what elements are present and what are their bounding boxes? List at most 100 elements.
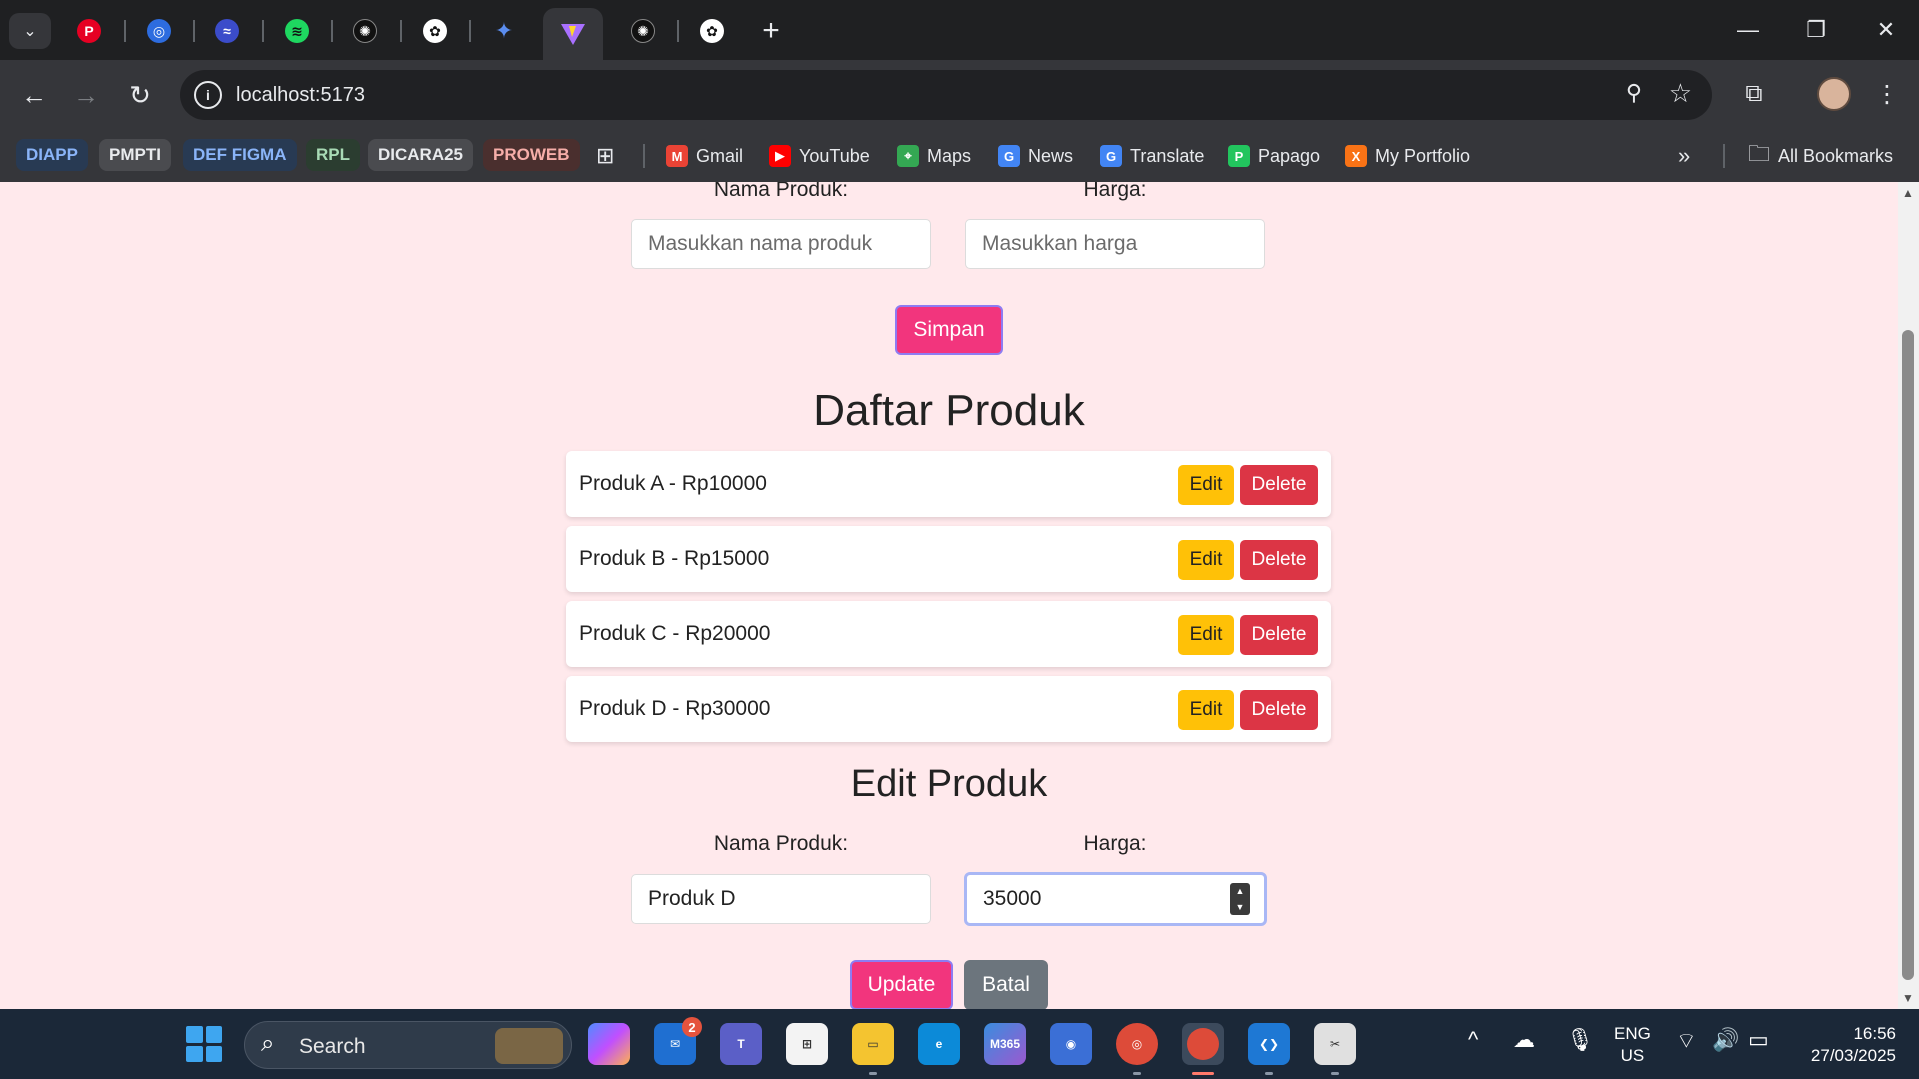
site-info-icon[interactable]: i bbox=[194, 81, 222, 109]
clock[interactable]: 16:56 27/03/2025 bbox=[1796, 1023, 1896, 1067]
zoom-magnifier-icon[interactable]: ⚲ bbox=[1626, 80, 1642, 106]
page-scrollbar[interactable]: ▲ ▼ bbox=[1898, 182, 1919, 1009]
apps-grid-icon[interactable]: ⊞ bbox=[596, 140, 614, 172]
stepper-down-icon[interactable]: ▼ bbox=[1236, 902, 1245, 912]
scroll-thumb[interactable] bbox=[1902, 330, 1914, 980]
tab-separator bbox=[193, 20, 195, 42]
more-bookmarks-chevron-icon[interactable]: » bbox=[1678, 140, 1690, 172]
windows-start-icon[interactable] bbox=[186, 1026, 222, 1062]
chrome-active-icon[interactable] bbox=[1182, 1023, 1224, 1065]
m365-icon[interactable]: M365 bbox=[984, 1023, 1026, 1065]
language-indicator[interactable]: ENG US bbox=[1614, 1023, 1651, 1067]
store-icon[interactable]: ⊞ bbox=[786, 1023, 828, 1065]
bookmark-my-portfolio[interactable]: X My Portfolio bbox=[1345, 140, 1470, 172]
tab-5[interactable]: ✺ bbox=[348, 14, 382, 48]
tab-gemini[interactable]: ✦ bbox=[487, 14, 521, 48]
tab-9[interactable]: ✺ bbox=[626, 14, 660, 48]
vite-icon bbox=[561, 24, 585, 45]
scroll-up-arrow-icon[interactable]: ▲ bbox=[1902, 186, 1914, 200]
edit-price-input[interactable]: 35000 ▲ ▼ bbox=[964, 872, 1267, 926]
tab-vite-active[interactable] bbox=[543, 8, 603, 60]
chatgpt-icon: ✿ bbox=[700, 19, 724, 43]
add-name-input[interactable]: Masukkan nama produk bbox=[631, 219, 931, 269]
delete-button[interactable]: Delete bbox=[1240, 690, 1318, 730]
copilot-icon[interactable] bbox=[588, 1023, 630, 1065]
tab-pinterest[interactable]: P bbox=[72, 14, 106, 48]
tab-separator bbox=[262, 20, 264, 42]
profile-avatar[interactable] bbox=[1817, 77, 1851, 111]
tab-search-button[interactable]: ⌄ bbox=[9, 13, 51, 49]
edge-icon[interactable]: e bbox=[918, 1023, 960, 1065]
scroll-down-arrow-icon[interactable]: ▼ bbox=[1902, 991, 1914, 1005]
edit-button[interactable]: Edit bbox=[1178, 615, 1234, 655]
kebab-menu-icon[interactable]: ⋮ bbox=[1872, 76, 1902, 112]
product-text: Produk C - Rp20000 bbox=[579, 622, 771, 645]
bookmark-label: My Portfolio bbox=[1375, 145, 1471, 166]
bookmark-proweb[interactable]: PROWEB bbox=[483, 139, 580, 171]
back-arrow-icon[interactable]: ← bbox=[14, 75, 54, 115]
new-tab-button[interactable]: + bbox=[754, 14, 788, 48]
snipping-tool-icon[interactable]: ✂ bbox=[1314, 1023, 1356, 1065]
mail-icon[interactable]: ✉ 2 bbox=[654, 1017, 702, 1065]
microphone-icon[interactable]: 🎙 bbox=[1566, 1027, 1594, 1053]
tab-separator bbox=[400, 20, 402, 42]
volume-icon[interactable]: 🔊 bbox=[1712, 1027, 1739, 1053]
bookmark-rpl[interactable]: RPL bbox=[306, 139, 360, 171]
bookmark-pmpti[interactable]: PMPTI bbox=[99, 139, 171, 171]
pinterest-icon: P bbox=[77, 19, 101, 43]
address-bar[interactable]: i localhost:5173 ⚲ ☆ bbox=[180, 70, 1712, 120]
restore-button[interactable]: ❐ bbox=[1792, 10, 1840, 50]
bookmark-gmail[interactable]: M Gmail bbox=[666, 140, 743, 172]
bookmark-def-figma[interactable]: DEF FIGMA bbox=[183, 139, 297, 171]
delete-button[interactable]: Delete bbox=[1240, 465, 1318, 505]
delete-button[interactable]: Delete bbox=[1240, 615, 1318, 655]
reload-icon[interactable]: ↻ bbox=[120, 75, 160, 115]
edit-button[interactable]: Edit bbox=[1178, 465, 1234, 505]
bookmark-separator bbox=[1723, 144, 1725, 168]
taskbar-search[interactable]: ⌕ Search bbox=[244, 1021, 572, 1069]
battery-icon[interactable]: ▭ bbox=[1748, 1027, 1769, 1053]
tray-overflow-chevron-icon[interactable]: ^ bbox=[1468, 1027, 1478, 1053]
gemini-sparkle-icon: ✦ bbox=[494, 18, 514, 43]
vscode-icon[interactable]: ❮❯ bbox=[1248, 1023, 1290, 1065]
stepper-up-icon[interactable]: ▲ bbox=[1236, 886, 1245, 896]
teams-icon[interactable]: T bbox=[720, 1023, 762, 1065]
bookmark-news[interactable]: G News bbox=[998, 140, 1073, 172]
bookmark-youtube[interactable]: ▶ YouTube bbox=[769, 140, 870, 172]
search-highlight-image bbox=[495, 1028, 563, 1064]
tab-chatgpt[interactable]: ✿ bbox=[418, 14, 452, 48]
news-icon: G bbox=[998, 145, 1020, 167]
bookmark-star-icon[interactable]: ☆ bbox=[1669, 78, 1692, 109]
update-button[interactable]: Update bbox=[850, 960, 953, 1009]
chrome-profile-icon[interactable]: ◎ bbox=[1116, 1023, 1158, 1065]
delete-button[interactable]: Delete bbox=[1240, 540, 1318, 580]
edit-button[interactable]: Edit bbox=[1178, 540, 1234, 580]
minimize-button[interactable]: — bbox=[1724, 10, 1772, 50]
bookmark-diapp[interactable]: DIAPP bbox=[16, 139, 88, 171]
tab-strip: ⌄ P ◎ ≈ ≋ ✺ ✿ ✦ ✺ ✿ + — ❐ ✕ bbox=[0, 0, 1919, 60]
firefox-icon[interactable]: ◉ bbox=[1050, 1023, 1092, 1065]
product-list-title: Daftar Produk bbox=[813, 386, 1085, 435]
save-button[interactable]: Simpan bbox=[895, 305, 1003, 355]
onedrive-cloud-icon[interactable]: ☁ bbox=[1513, 1027, 1535, 1053]
all-bookmarks-folder[interactable]: 🗀 All Bookmarks bbox=[1748, 140, 1893, 172]
file-explorer-icon[interactable]: ▭ bbox=[852, 1023, 894, 1065]
tab-2[interactable]: ◎ bbox=[142, 14, 176, 48]
wifi-icon[interactable]: ⌔ bbox=[1676, 1027, 1697, 1055]
edit-button[interactable]: Edit bbox=[1178, 690, 1234, 730]
extensions-puzzle-icon[interactable]: ⧉ bbox=[1736, 76, 1772, 112]
add-price-input[interactable]: Masukkan harga bbox=[965, 219, 1265, 269]
edit-name-input[interactable]: Produk D bbox=[631, 874, 931, 924]
cancel-button[interactable]: Batal bbox=[964, 960, 1048, 1009]
tab-spotify[interactable]: ≋ bbox=[280, 14, 314, 48]
address-url[interactable]: localhost:5173 bbox=[236, 84, 365, 107]
number-stepper[interactable]: ▲ ▼ bbox=[1230, 883, 1250, 915]
bookmark-translate[interactable]: G Translate bbox=[1100, 140, 1204, 172]
close-window-button[interactable]: ✕ bbox=[1862, 10, 1910, 50]
tab-3[interactable]: ≈ bbox=[210, 14, 244, 48]
tab-chatgpt-2[interactable]: ✿ bbox=[695, 14, 729, 48]
bookmark-dicara25[interactable]: DICARA25 bbox=[368, 139, 474, 171]
bookmark-maps[interactable]: ⌖ Maps bbox=[897, 140, 971, 172]
bookmark-papago[interactable]: P Papago bbox=[1228, 140, 1320, 172]
forward-arrow-icon[interactable]: → bbox=[66, 75, 106, 115]
